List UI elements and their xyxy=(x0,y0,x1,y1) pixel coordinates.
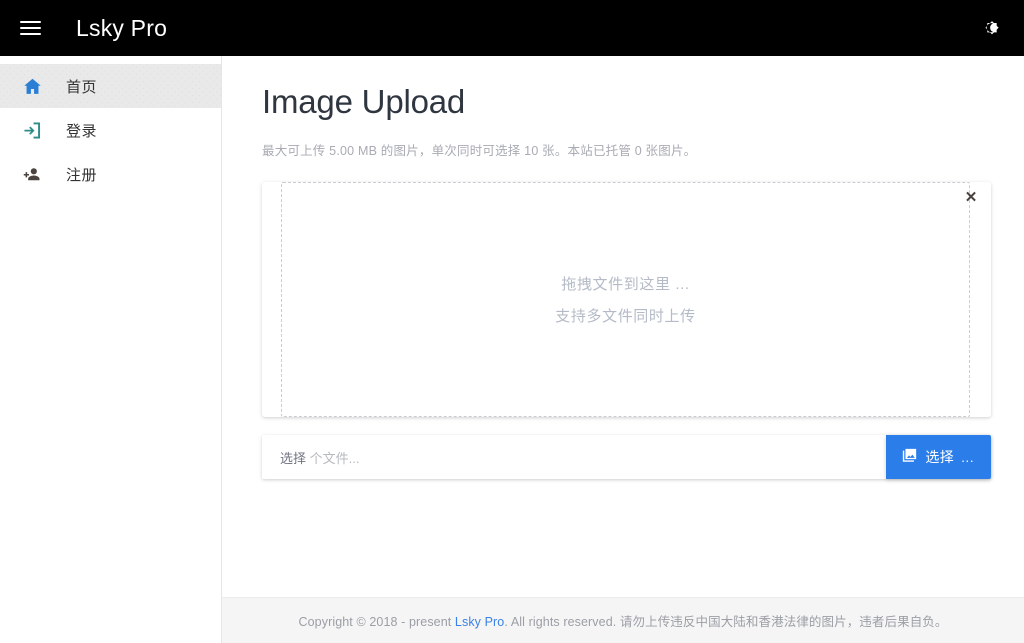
hamburger-menu-icon[interactable] xyxy=(2,0,58,56)
file-input-bar[interactable]: 选择 个文件... 选择 ... xyxy=(262,435,991,479)
page-header: Image Upload Image Upload 最大可上传 5.00 MB … xyxy=(222,56,1024,159)
top-header-bar: Lsky Pro xyxy=(0,0,1024,56)
brand-title: Lsky Pro xyxy=(76,17,167,40)
upload-card: ✕ 拖拽文件到这里 ... 支持多文件同时上传 xyxy=(262,182,991,417)
footer-suffix: . All rights reserved. 请勿上传违反中国大陆和香港法律的图… xyxy=(504,615,947,629)
sidebar-item-label: 登录 xyxy=(66,120,97,141)
file-input-placeholder: 选择 个文件... xyxy=(262,448,359,467)
footer-prefix: Copyright © 2018 - present xyxy=(298,615,454,629)
person-add-icon xyxy=(10,164,54,185)
close-icon[interactable]: ✕ xyxy=(958,184,984,210)
sidebar-item-home[interactable]: 首页 xyxy=(0,64,221,108)
sidebar-item-register[interactable]: 注册 xyxy=(0,152,221,196)
sidebar-item-label: 注册 xyxy=(66,164,97,185)
login-door-icon xyxy=(10,120,54,141)
choose-file-button-label: 选择 xyxy=(925,450,954,464)
footer-brand-link[interactable]: Lsky Pro xyxy=(455,615,504,629)
dropzone-line-1: 拖拽文件到这里 ... xyxy=(561,273,689,294)
hamburger-line xyxy=(20,27,41,29)
choose-file-button-dots: ... xyxy=(961,449,974,465)
footer: Copyright © 2018 - present Lsky Pro. All… xyxy=(222,597,1024,643)
file-input-placeholder-dim: 个文件... xyxy=(306,451,359,466)
sidebar-item-label: 首页 xyxy=(66,76,97,97)
sidebar: 首页 登录 注册 xyxy=(0,56,222,643)
file-input-placeholder-strong: 选择 xyxy=(280,451,306,466)
dropzone-line-2: 支持多文件同时上传 xyxy=(555,305,695,326)
home-icon xyxy=(10,76,54,97)
filebar-wrap: 选择 个文件... 选择 ... xyxy=(262,435,991,479)
upload-limits-text: 最大可上传 5.00 MB 的图片，单次同时可选择 10 张。本站已托管 0 张… xyxy=(262,140,984,159)
hamburger-line xyxy=(20,21,41,23)
footer-copyright: Copyright © 2018 - present Lsky Pro. All… xyxy=(298,611,947,630)
choose-file-button[interactable]: 选择 ... xyxy=(886,435,991,479)
hamburger-line xyxy=(20,33,41,35)
file-dropzone[interactable]: 拖拽文件到这里 ... 支持多文件同时上传 xyxy=(281,182,970,417)
page-title-wrap: Image Upload Image Upload xyxy=(262,80,984,128)
photo-library-icon xyxy=(901,447,918,467)
page-title: Image Upload xyxy=(262,80,465,124)
sidebar-item-login[interactable]: 登录 xyxy=(0,108,221,152)
brightness-contrast-icon[interactable] xyxy=(964,0,1020,56)
main-content: Image Upload Image Upload 最大可上传 5.00 MB … xyxy=(222,56,1024,597)
app-root: Lsky Pro 首页 xyxy=(0,0,1024,643)
